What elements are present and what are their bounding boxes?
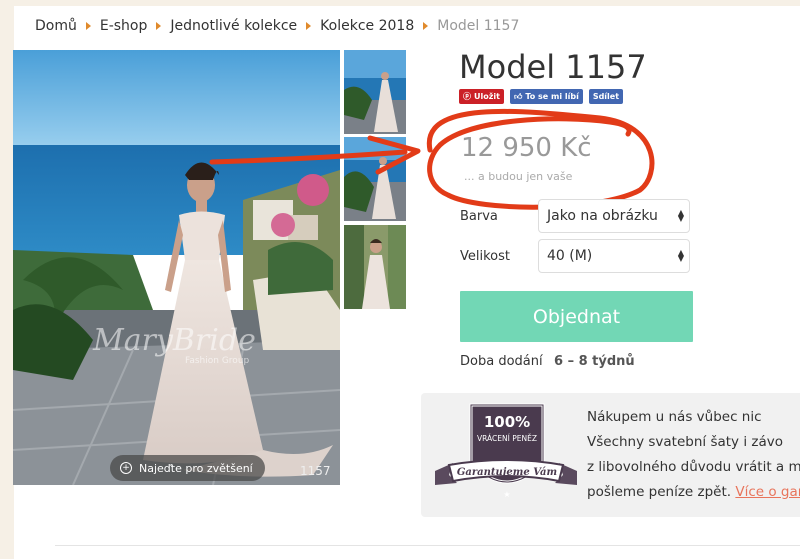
size-select-value: 40 (M) [547,248,593,264]
delivery-info: Doba dodání 6 – 8 týdnů [460,354,635,369]
order-button[interactable]: Objednat [460,291,693,342]
badge-percent: 100% [484,413,530,431]
money-back-guarantee: 100% VRÁCENÍ PENĚZ Garantujeme Vám ★ Nák… [421,393,800,517]
guarantee-line-last: pošleme peníze zpět. Více o garan [587,480,800,505]
select-arrows-icon: ▲ ▼ [677,208,684,223]
divider [55,545,800,546]
guarantee-more-link[interactable]: Více o garan [735,484,800,500]
guarantee-text: Nákupem u nás vůbec nic Všechny svatební… [587,405,800,505]
delivery-label: Doba dodání [460,354,543,369]
badge-ribbon: Garantujeme Vám [457,467,557,478]
annotation-arrow [209,149,408,165]
delivery-value: 6 – 8 týdnů [554,354,635,369]
guarantee-line: pošleme peníze zpět. [587,484,732,500]
guarantee-badge: 100% VRÁCENÍ PENĚZ Garantujeme Vám ★ [435,403,577,499]
size-select[interactable]: 40 (M) ▲ ▼ [538,239,690,273]
star-icon: ★ [503,490,510,499]
select-arrows-icon: ▲ ▼ [677,248,684,263]
guarantee-line: Všechny svatební šaty i závo [587,434,783,450]
annotation-circle [426,108,655,210]
color-select[interactable]: Jako na obrázku ▲ ▼ [538,199,690,233]
badge-line: VRÁCENÍ PENĚZ [477,434,537,443]
product-page: Domů E-shop Jednotlivé kolekce Kolekce 2… [0,0,800,559]
guarantee-line: z libovolného důvodu vrátit a my [587,459,800,475]
color-label: Barva [460,209,498,224]
size-label: Velikost [460,249,510,264]
color-select-value: Jako na obrázku [547,208,658,224]
guarantee-line: Nákupem u nás vůbec nic [587,409,762,425]
